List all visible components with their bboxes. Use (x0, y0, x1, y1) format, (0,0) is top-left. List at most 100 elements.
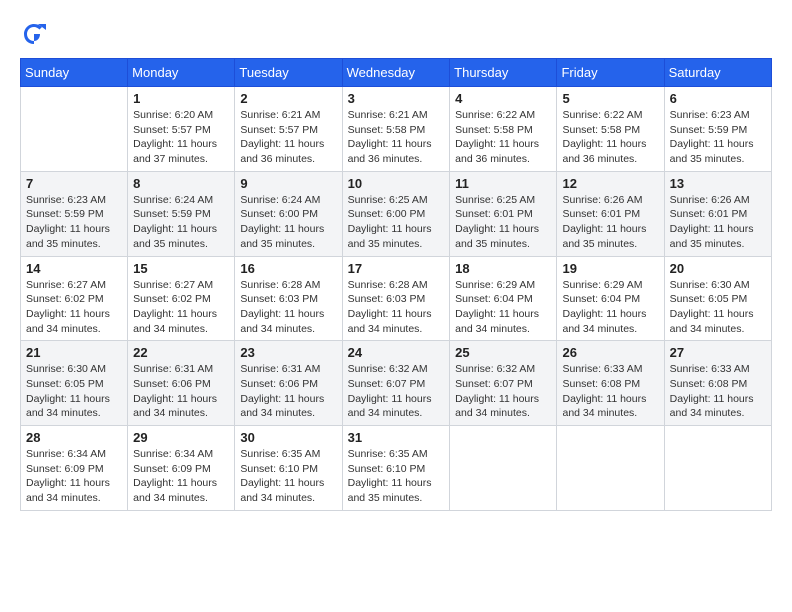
calendar-cell: 6 Sunrise: 6:23 AMSunset: 5:59 PMDaylight… (664, 87, 771, 172)
calendar-cell: 12 Sunrise: 6:26 AMSunset: 6:01 PMDayligh… (557, 171, 664, 256)
day-info: Sunrise: 6:29 AMSunset: 6:04 PMDaylight:… (455, 278, 551, 337)
day-info: Sunrise: 6:28 AMSunset: 6:03 PMDaylight:… (240, 278, 336, 337)
week-row-5: 28 Sunrise: 6:34 AMSunset: 6:09 PMDayligh… (21, 426, 772, 511)
day-number: 12 (562, 176, 658, 191)
weekday-header-friday: Friday (557, 59, 664, 87)
weekday-header-thursday: Thursday (450, 59, 557, 87)
day-info: Sunrise: 6:25 AMSunset: 6:01 PMDaylight:… (455, 193, 551, 252)
day-number: 20 (670, 261, 766, 276)
calendar-cell: 11 Sunrise: 6:25 AMSunset: 6:01 PMDayligh… (450, 171, 557, 256)
day-number: 8 (133, 176, 229, 191)
calendar-cell: 4 Sunrise: 6:22 AMSunset: 5:58 PMDaylight… (450, 87, 557, 172)
calendar-cell: 23 Sunrise: 6:31 AMSunset: 6:06 PMDayligh… (235, 341, 342, 426)
weekday-header-row: SundayMondayTuesdayWednesdayThursdayFrid… (21, 59, 772, 87)
calendar-cell (21, 87, 128, 172)
day-info: Sunrise: 6:21 AMSunset: 5:58 PMDaylight:… (348, 108, 445, 167)
weekday-header-sunday: Sunday (21, 59, 128, 87)
day-info: Sunrise: 6:32 AMSunset: 6:07 PMDaylight:… (348, 362, 445, 421)
day-info: Sunrise: 6:24 AMSunset: 5:59 PMDaylight:… (133, 193, 229, 252)
calendar-cell: 18 Sunrise: 6:29 AMSunset: 6:04 PMDayligh… (450, 256, 557, 341)
day-info: Sunrise: 6:27 AMSunset: 6:02 PMDaylight:… (26, 278, 122, 337)
calendar-cell: 24 Sunrise: 6:32 AMSunset: 6:07 PMDayligh… (342, 341, 450, 426)
week-row-4: 21 Sunrise: 6:30 AMSunset: 6:05 PMDayligh… (21, 341, 772, 426)
day-number: 4 (455, 91, 551, 106)
calendar-cell (450, 426, 557, 511)
logo (20, 20, 50, 48)
calendar-cell: 14 Sunrise: 6:27 AMSunset: 6:02 PMDayligh… (21, 256, 128, 341)
calendar-cell: 10Sunrise: 6:25 AMSunset: 6:00 PMDayligh… (342, 171, 450, 256)
week-row-2: 7Sunrise: 6:23 AMSunset: 5:59 PMDaylight… (21, 171, 772, 256)
day-number: 6 (670, 91, 766, 106)
calendar-cell: 30 Sunrise: 6:35 AMSunset: 6:10 PMDayligh… (235, 426, 342, 511)
day-info: Sunrise: 6:21 AMSunset: 5:57 PMDaylight:… (240, 108, 336, 167)
day-info: Sunrise: 6:30 AMSunset: 6:05 PMDaylight:… (670, 278, 766, 337)
day-number: 16 (240, 261, 336, 276)
calendar-cell: 13 Sunrise: 6:26 AMSunset: 6:01 PMDayligh… (664, 171, 771, 256)
calendar-cell: 31 Sunrise: 6:35 AMSunset: 6:10 PMDayligh… (342, 426, 450, 511)
day-number: 25 (455, 345, 551, 360)
calendar-cell: 29 Sunrise: 6:34 AMSunset: 6:09 PMDayligh… (128, 426, 235, 511)
day-info: Sunrise: 6:33 AMSunset: 6:08 PMDaylight:… (670, 362, 766, 421)
day-info: Sunrise: 6:30 AMSunset: 6:05 PMDaylight:… (26, 362, 122, 421)
day-number: 26 (562, 345, 658, 360)
calendar-cell: 17 Sunrise: 6:28 AMSunset: 6:03 PMDayligh… (342, 256, 450, 341)
page-header (20, 20, 772, 48)
day-number: 14 (26, 261, 122, 276)
day-info: Sunrise: 6:35 AMSunset: 6:10 PMDaylight:… (348, 447, 445, 506)
day-number: 24 (348, 345, 445, 360)
day-info: Sunrise: 6:34 AMSunset: 6:09 PMDaylight:… (26, 447, 122, 506)
calendar-cell: 8 Sunrise: 6:24 AMSunset: 5:59 PMDaylight… (128, 171, 235, 256)
day-info: Sunrise: 6:34 AMSunset: 6:09 PMDaylight:… (133, 447, 229, 506)
calendar-cell: 20 Sunrise: 6:30 AMSunset: 6:05 PMDayligh… (664, 256, 771, 341)
day-info: Sunrise: 6:31 AMSunset: 6:06 PMDaylight:… (240, 362, 336, 421)
day-number: 15 (133, 261, 229, 276)
day-info: Sunrise: 6:26 AMSunset: 6:01 PMDaylight:… (562, 193, 658, 252)
day-info: Sunrise: 6:31 AMSunset: 6:06 PMDaylight:… (133, 362, 229, 421)
day-info: Sunrise: 6:32 AMSunset: 6:07 PMDaylight:… (455, 362, 551, 421)
day-number: 21 (26, 345, 122, 360)
day-number: 3 (348, 91, 445, 106)
calendar-cell (664, 426, 771, 511)
week-row-1: 1Sunrise: 6:20 AMSunset: 5:57 PMDaylight… (21, 87, 772, 172)
day-info: Sunrise: 6:33 AMSunset: 6:08 PMDaylight:… (562, 362, 658, 421)
week-row-3: 14 Sunrise: 6:27 AMSunset: 6:02 PMDayligh… (21, 256, 772, 341)
calendar-cell: 7Sunrise: 6:23 AMSunset: 5:59 PMDaylight… (21, 171, 128, 256)
day-number: 7 (26, 176, 122, 191)
day-number: 19 (562, 261, 658, 276)
calendar-cell: 25 Sunrise: 6:32 AMSunset: 6:07 PMDayligh… (450, 341, 557, 426)
day-number: 29 (133, 430, 229, 445)
day-number: 23 (240, 345, 336, 360)
calendar-cell: 28 Sunrise: 6:34 AMSunset: 6:09 PMDayligh… (21, 426, 128, 511)
calendar-cell: 9Sunrise: 6:24 AMSunset: 6:00 PMDaylight… (235, 171, 342, 256)
calendar-cell: 22Sunrise: 6:31 AMSunset: 6:06 PMDayligh… (128, 341, 235, 426)
calendar-cell: 15 Sunrise: 6:27 AMSunset: 6:02 PMDayligh… (128, 256, 235, 341)
calendar-cell: 19Sunrise: 6:29 AMSunset: 6:04 PMDayligh… (557, 256, 664, 341)
day-info: Sunrise: 6:22 AMSunset: 5:58 PMDaylight:… (562, 108, 658, 167)
calendar-cell (557, 426, 664, 511)
calendar-table: SundayMondayTuesdayWednesdayThursdayFrid… (20, 58, 772, 511)
day-number: 2 (240, 91, 336, 106)
day-info: Sunrise: 6:24 AMSunset: 6:00 PMDaylight:… (240, 193, 336, 252)
day-number: 27 (670, 345, 766, 360)
day-number: 5 (562, 91, 658, 106)
weekday-header-tuesday: Tuesday (235, 59, 342, 87)
weekday-header-monday: Monday (128, 59, 235, 87)
day-number: 30 (240, 430, 336, 445)
day-info: Sunrise: 6:20 AMSunset: 5:57 PMDaylight:… (133, 108, 229, 167)
day-info: Sunrise: 6:28 AMSunset: 6:03 PMDaylight:… (348, 278, 445, 337)
day-number: 13 (670, 176, 766, 191)
day-number: 28 (26, 430, 122, 445)
calendar-cell: 26 Sunrise: 6:33 AMSunset: 6:08 PMDayligh… (557, 341, 664, 426)
day-info: Sunrise: 6:23 AMSunset: 5:59 PMDaylight:… (670, 108, 766, 167)
day-info: Sunrise: 6:22 AMSunset: 5:58 PMDaylight:… (455, 108, 551, 167)
calendar-cell: 3 Sunrise: 6:21 AMSunset: 5:58 PMDaylight… (342, 87, 450, 172)
day-info: Sunrise: 6:35 AMSunset: 6:10 PMDaylight:… (240, 447, 336, 506)
calendar-cell: 16 Sunrise: 6:28 AMSunset: 6:03 PMDayligh… (235, 256, 342, 341)
day-number: 31 (348, 430, 445, 445)
day-number: 17 (348, 261, 445, 276)
day-info: Sunrise: 6:26 AMSunset: 6:01 PMDaylight:… (670, 193, 766, 252)
day-info: Sunrise: 6:27 AMSunset: 6:02 PMDaylight:… (133, 278, 229, 337)
day-number: 18 (455, 261, 551, 276)
weekday-header-wednesday: Wednesday (342, 59, 450, 87)
day-number: 11 (455, 176, 551, 191)
